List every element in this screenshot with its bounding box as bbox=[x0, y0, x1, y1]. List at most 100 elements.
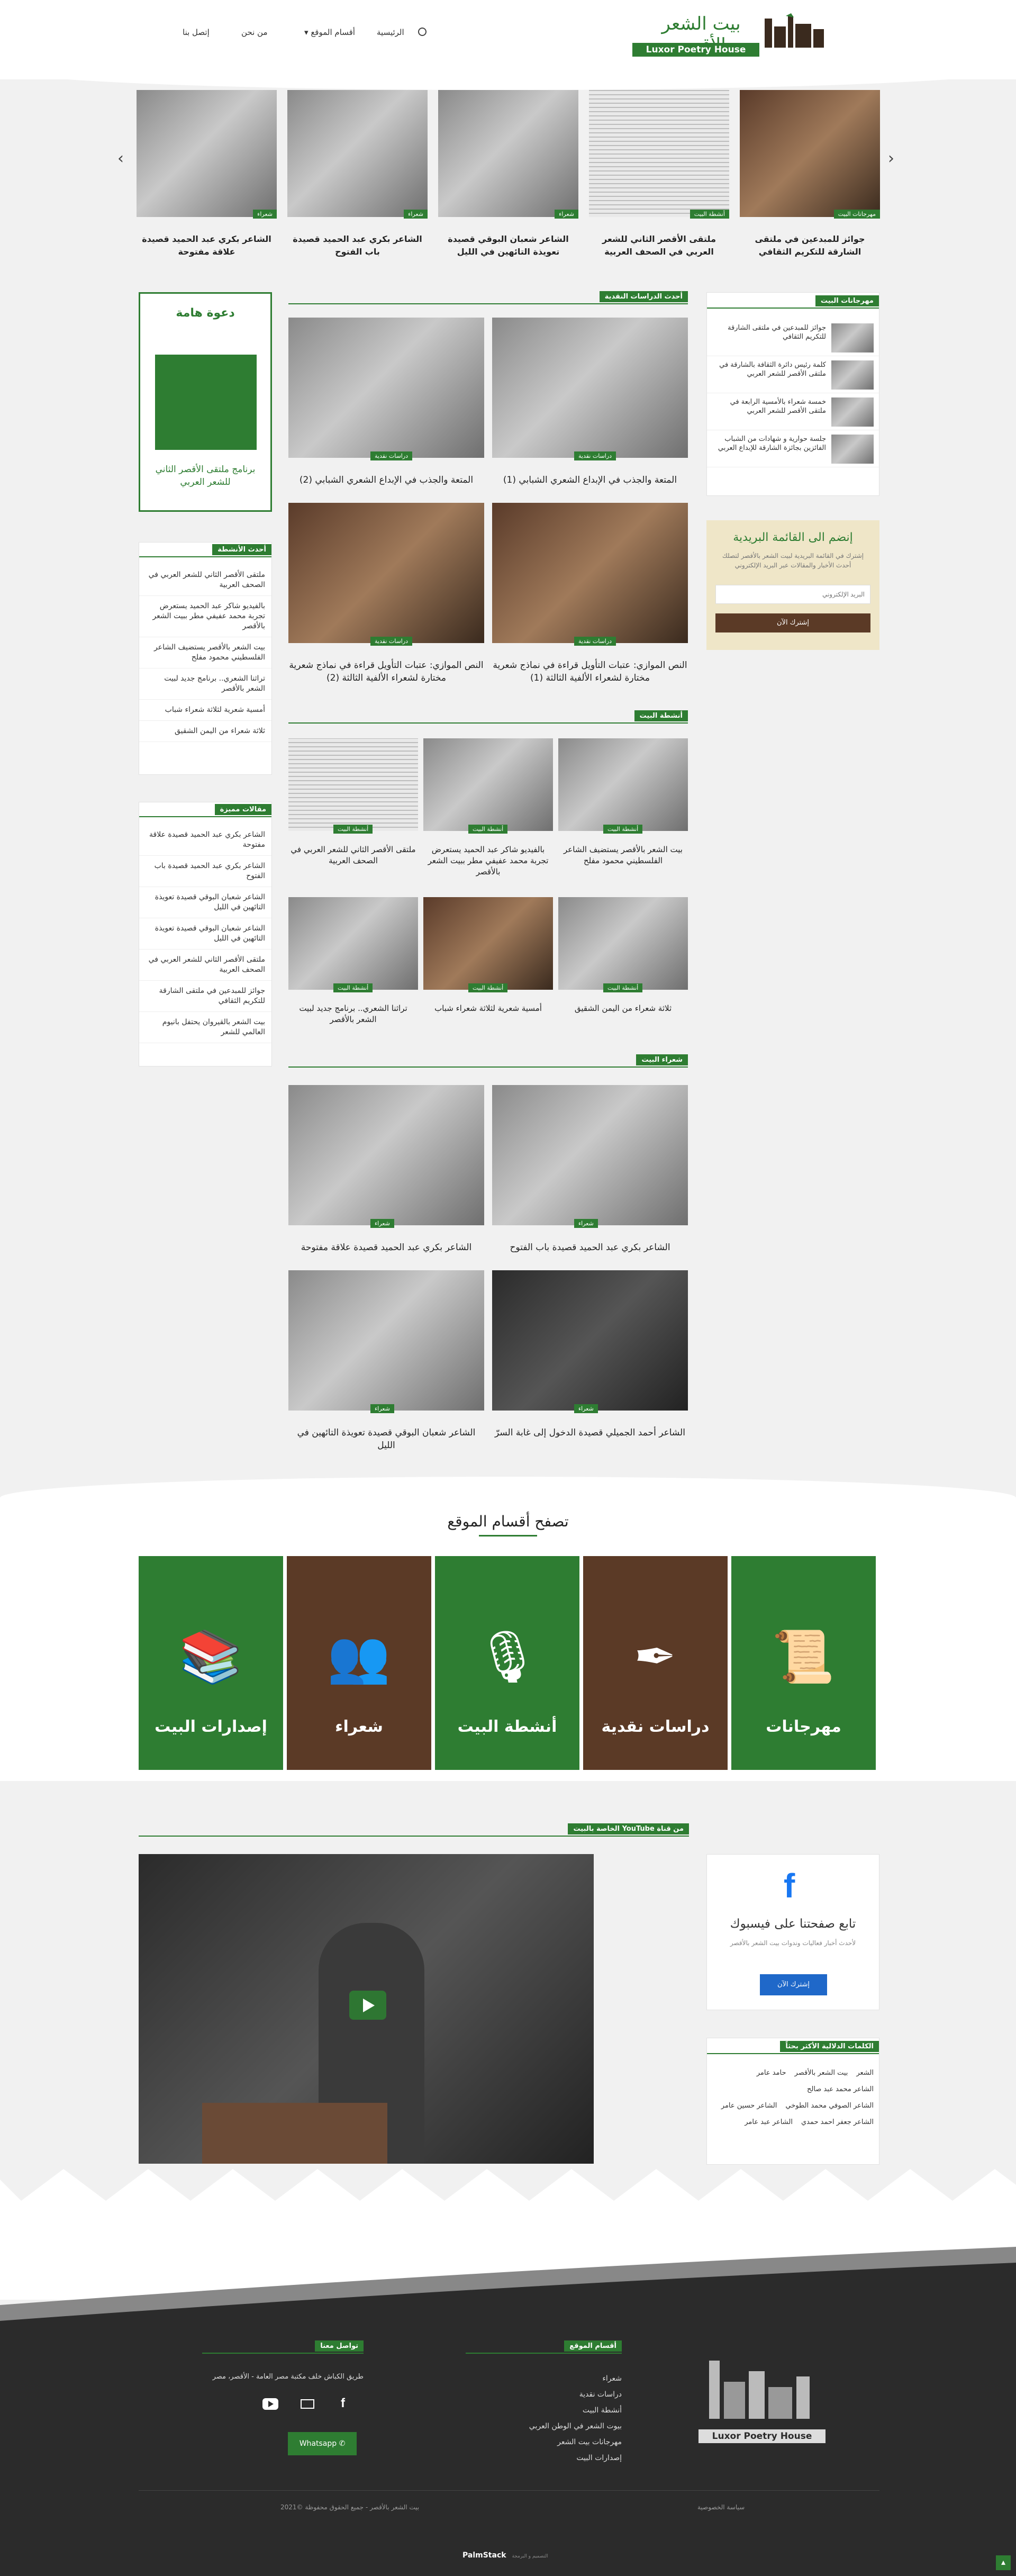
poets-card[interactable]: شعراء الشاعر بكري عبد الحميد قصيدة باب ال… bbox=[492, 1085, 688, 1260]
slider-card[interactable]: مهرجانات البيت جوائز للمبدعين في ملتقى ال… bbox=[740, 90, 880, 265]
poets-card[interactable]: شعراء الشاعر بكري عبد الحميد قصيدة علاقة … bbox=[288, 1085, 484, 1260]
tag-link[interactable]: الشاعر عبد عامر bbox=[745, 2114, 793, 2130]
studies-card-caption: المتعة والجذب في الإبداع الشعري الشبابي … bbox=[503, 475, 677, 485]
festival-item[interactable]: جلسة حوارية و شهادات من الشباب الفائزين … bbox=[707, 430, 879, 467]
tag-link[interactable]: الشعر bbox=[856, 2065, 874, 2081]
activities-card[interactable]: أنشطة البيت ملتقى الأقصر الثاني للشعر الع… bbox=[288, 738, 418, 887]
activities-card[interactable]: أنشطة البيت أمسية شعرية لثلاثة شعراء شباب bbox=[423, 897, 553, 1045]
slider-card[interactable]: شعراء الشاعر بكري عبد الحميد قصيدة علاقة … bbox=[137, 90, 277, 265]
studies-card[interactable]: دراسات نقدية المتعة والجذب في الإبداع الش… bbox=[492, 318, 688, 492]
festival-item[interactable]: جوائز للمبدعين في ملتقى الشارقة للتكريم … bbox=[707, 319, 879, 356]
slider-card-badge: مهرجانات البيت bbox=[833, 210, 880, 219]
studies-header: أحدث الدراسات النقدية bbox=[288, 291, 688, 304]
sidebar-list-item[interactable]: ملتقى الأقصر الثاني للشعر العربي في الصح… bbox=[139, 565, 271, 596]
facebook-subscribe-button[interactable]: إشترك الآن bbox=[760, 1974, 827, 1995]
newsletter-email-input[interactable] bbox=[715, 585, 870, 604]
featured-panel: مقالات مميزة الشاعر بكري عبد الحميد قصيد… bbox=[139, 802, 272, 1066]
sidebar-list-item[interactable]: الشاعر بكري عبد الحميد قصيدة باب الفتوح bbox=[139, 856, 271, 887]
footer-section-link[interactable]: أنشطة البيت bbox=[466, 2402, 622, 2418]
studies-card[interactable]: دراسات نقدية النص الموازي: عتبات التأويل … bbox=[492, 503, 688, 683]
logo[interactable]: بيت الشعر الأقصر Luxor Poetry House bbox=[632, 13, 828, 58]
studies-card[interactable]: دراسات نقدية النص الموازي: عتبات التأويل … bbox=[288, 503, 484, 683]
sidebar-list-item[interactable]: بيت الشعر بالقيروان يحتفل بانيوم العالمي… bbox=[139, 1012, 271, 1043]
youtube-video-player[interactable] bbox=[139, 1854, 594, 2164]
search-icon[interactable] bbox=[418, 28, 427, 36]
footer-section-link[interactable]: شعراء bbox=[466, 2371, 622, 2387]
facebook-footer-icon[interactable]: f bbox=[341, 2396, 345, 2411]
activities-card-image bbox=[558, 897, 688, 990]
studies-card[interactable]: دراسات نقدية المتعة والجذب في الإبداع الش… bbox=[288, 318, 484, 492]
festival-item[interactable]: خمسة شعراء بالأمسية الرابعة في ملتقى الأ… bbox=[707, 393, 879, 430]
tag-link[interactable]: الشاعر محمد عبد صالح bbox=[807, 2081, 874, 2098]
tag-link[interactable]: الشاعر حسين عامر bbox=[721, 2098, 777, 2114]
logo-english-text: Luxor Poetry House bbox=[632, 43, 759, 57]
tag-link[interactable]: بيت الشعر بالأقصر bbox=[795, 2065, 848, 2081]
tag-link[interactable]: الشاعر الصوفي محمد الطوخي bbox=[785, 2098, 874, 2114]
nav-about[interactable]: من نحن bbox=[241, 28, 268, 37]
activities-card-caption: تراثنا الشعري.. برنامج جديد لبيت الشعر ب… bbox=[299, 1004, 407, 1024]
credit[interactable]: PalmStack التصميم و البرمجة bbox=[462, 2551, 548, 2560]
festival-item[interactable]: كلمة رئيس دائرة الثقافة بالشارقة في ملتق… bbox=[707, 356, 879, 393]
nav-sections[interactable]: ▾ أقسام الموقع bbox=[304, 28, 355, 37]
sidebar-list-item[interactable]: ملتقى الأقصر الثاني للشعر العربي في الصح… bbox=[139, 950, 271, 981]
footer-section-link[interactable]: مهرجانات بيت الشعر bbox=[466, 2434, 622, 2450]
activities-card[interactable]: أنشطة البيت تراثنا الشعري.. برنامج جديد ل… bbox=[288, 897, 418, 1045]
nav-home[interactable]: الرئيسية bbox=[377, 28, 404, 37]
activities-card-caption: ثلاثة شعراء من اليمن الشقيق bbox=[574, 1004, 672, 1013]
sidebar-list-item[interactable]: الشاعر بكري عبد الحميد قصيدة علاقة مفتوح… bbox=[139, 825, 271, 856]
slider-card[interactable]: أنشطة البيت ملتقى الأقصر الثاني للشعر الع… bbox=[589, 90, 729, 265]
facebook-icon[interactable]: f bbox=[784, 1866, 795, 1905]
sidebar-list-item[interactable]: بيت الشعر بالأقصر يستضيف الشاعر الفلسطين… bbox=[139, 637, 271, 668]
youtube-icon[interactable] bbox=[262, 2398, 278, 2410]
poets-card-caption: الشاعر أحمد الجميلي قصيدة الدخول إلى غاب… bbox=[495, 1427, 685, 1438]
nav-contact[interactable]: إتصل بنا bbox=[183, 28, 210, 37]
slider-prev-button[interactable]: ‹ bbox=[117, 149, 124, 168]
sidebar-list-item[interactable]: بالفيديو شاكر عبد الحميد يستعرض تجربة مح… bbox=[139, 596, 271, 637]
browse-tile[interactable]: 👥 شعراء bbox=[287, 1556, 431, 1770]
activities-card[interactable]: أنشطة البيت ثلاثة شعراء من اليمن الشقيق bbox=[558, 897, 688, 1045]
whatsapp-button[interactable]: Whatsapp ✆ bbox=[288, 2432, 357, 2455]
scroll-top-button[interactable]: ▴ bbox=[996, 2555, 1011, 2570]
tag-link[interactable]: حامد عامر bbox=[757, 2065, 786, 2081]
email-icon[interactable] bbox=[301, 2399, 314, 2409]
activities-card[interactable]: أنشطة البيت بيت الشعر بالأقصر يستضيف الشا… bbox=[558, 738, 688, 887]
footer-section-link[interactable]: دراسات نقدية bbox=[466, 2387, 622, 2402]
invite-box[interactable]: دعوة هامة برنامج ملتقى الأقصر الثاني للش… bbox=[139, 292, 272, 512]
slider-card[interactable]: شعراء الشاعر بكري عبد الحميد قصيدة باب ال… bbox=[287, 90, 428, 265]
browse-tile[interactable]: 📜 مهرجانات bbox=[731, 1556, 876, 1770]
newsletter-submit-button[interactable]: إشترك الآن bbox=[715, 613, 870, 632]
activities-card-caption: ملتقى الأقصر الثاني للشعر العربي في الصح… bbox=[291, 845, 416, 865]
sidebar-list-item[interactable]: أمسية شعرية لثلاثة شعراء شباب bbox=[139, 700, 271, 721]
footer-divider bbox=[139, 2490, 879, 2491]
browse-tiles: 📜 مهرجانات ✒ دراسات نقدية 🎙 أنشطة البيت 👥 شعراء… bbox=[139, 1556, 879, 1770]
footer-logo[interactable]: Luxor Poetry House bbox=[698, 2350, 826, 2456]
studies-card-caption: النص الموازي: عتبات التأويل قراءة في نما… bbox=[289, 660, 484, 683]
sidebar-list-item[interactable]: الشاعر شعبان البوقي قصيدة تعويذة التائهي… bbox=[139, 918, 271, 950]
poets-card-caption: الشاعر بكري عبد الحميد قصيدة باب الفتوح bbox=[510, 1242, 670, 1253]
play-icon[interactable] bbox=[349, 1991, 386, 2020]
newsletter-box: إنضم الى القائمة البريدية إشترك في القائ… bbox=[706, 520, 879, 650]
sidebar-list-item[interactable]: جوائز للمبدعين في ملتقى الشارقة للتكريم … bbox=[139, 981, 271, 1012]
festival-title: كلمة رئيس دائرة الثقافة بالشارقة في ملتق… bbox=[719, 361, 826, 378]
studies-card-badge: دراسات نقدية bbox=[370, 451, 413, 460]
poets-card[interactable]: شعراء الشاعر شعبان البوقي قصيدة تعويذة ال… bbox=[288, 1270, 484, 1451]
slider-card[interactable]: شعراء الشاعر شعبان البوقي قصيدة تعويذة ال… bbox=[438, 90, 578, 265]
browse-tile[interactable]: 📚 إصدارات البيت bbox=[139, 1556, 283, 1770]
slider-card-caption: الشاعر شعبان البوقي قصيدة تعويذة التائهي… bbox=[448, 234, 569, 257]
sidebar-list-item[interactable]: تراثنا الشعري.. برنامج جديد لبيت الشعر ب… bbox=[139, 668, 271, 700]
tag-link[interactable]: الشاعر جعفر احمد حمدي bbox=[801, 2114, 874, 2130]
poets-card-badge: شعراء bbox=[370, 1404, 394, 1413]
slider-card-badge: شعراء bbox=[555, 210, 578, 219]
browse-tile[interactable]: 🎙 أنشطة البيت bbox=[435, 1556, 579, 1770]
poets-card[interactable]: شعراء الشاعر أحمد الجميلي قصيدة الدخول إل… bbox=[492, 1270, 688, 1445]
footer-logo-english: Luxor Poetry House bbox=[698, 2429, 826, 2443]
sidebar-list-item[interactable]: ثلاثة شعراء من اليمن الشقيق bbox=[139, 721, 271, 742]
festival-thumb bbox=[831, 360, 874, 390]
sidebar-list-item[interactable]: الشاعر شعبان البوقي قصيدة تعويذة التائهي… bbox=[139, 887, 271, 918]
browse-tile[interactable]: ✒ دراسات نقدية bbox=[583, 1556, 728, 1770]
footer-section-link[interactable]: إصدارات البيت bbox=[466, 2450, 622, 2466]
privacy-link[interactable]: سياسة الخصوصية bbox=[697, 2503, 745, 2511]
footer-section-link[interactable]: بيوت الشعر في الوطن العربي bbox=[466, 2418, 622, 2434]
activities-card[interactable]: أنشطة البيت بالفيديو شاكر عبد الحميد يستع… bbox=[423, 738, 553, 887]
slider-next-button[interactable]: › bbox=[888, 149, 894, 168]
